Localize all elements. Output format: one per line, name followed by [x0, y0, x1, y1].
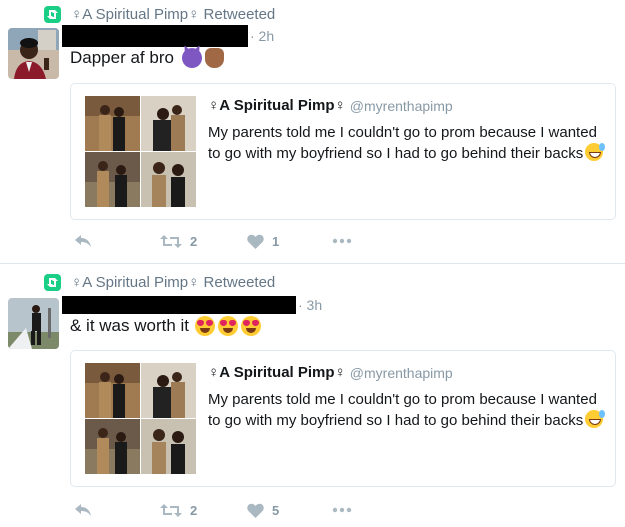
- quoted-tweet-text-content: My parents told me I couldn't go to prom…: [208, 391, 597, 429]
- tweet-text-content: Dapper af bro: [70, 48, 174, 67]
- like-button[interactable]: 5: [247, 503, 279, 518]
- like-count: 5: [272, 502, 280, 518]
- tweet-divider: [0, 263, 625, 264]
- quoted-tweet-text: My parents told me I couldn't go to prom…: [208, 122, 608, 164]
- retweet-count: 2: [190, 502, 198, 518]
- retweet-count: 2: [190, 233, 198, 249]
- quoted-tweet-text-content: My parents told me I couldn't go to prom…: [208, 124, 597, 162]
- avatar[interactable]: [8, 28, 59, 79]
- retweet-icon: [160, 503, 182, 517]
- like-count: 1: [272, 233, 280, 249]
- retweet-context: ♀A Spiritual Pimp♀ Retweeted: [44, 272, 275, 292]
- heart-icon: [247, 234, 264, 249]
- raised-fist-emoji-icon: [204, 48, 224, 68]
- redacted-author-name: [62, 25, 248, 47]
- retweet-label[interactable]: ♀A Spiritual Pimp♀ Retweeted: [71, 274, 275, 291]
- heart-eyes-emoji-icon: [241, 316, 262, 336]
- retweet-icon: [160, 234, 182, 248]
- quoted-photo[interactable]: [85, 419, 140, 474]
- reply-button[interactable]: [74, 503, 92, 517]
- quoted-photo[interactable]: [141, 96, 196, 151]
- heart-eyes-emoji-icon: [218, 316, 239, 336]
- tweet-text-content: & it was worth it: [70, 316, 190, 335]
- reply-button[interactable]: [74, 234, 92, 248]
- avatar[interactable]: [8, 298, 59, 349]
- author-row: · 2h: [62, 24, 274, 48]
- reply-icon: [75, 504, 91, 516]
- quoted-author-name[interactable]: ♀A Spiritual Pimp♀: [208, 97, 346, 114]
- quoted-photo[interactable]: [141, 419, 196, 474]
- reply-icon: [75, 235, 91, 247]
- tweet-timestamp[interactable]: · 2h: [250, 28, 274, 44]
- retweet-context: ♀A Spiritual Pimp♀ Retweeted: [44, 4, 275, 24]
- retweet-button[interactable]: 2: [160, 503, 197, 518]
- quoted-author-row[interactable]: ♀A Spiritual Pimp♀ @myrenthapimp: [208, 97, 453, 114]
- grinning-sweat-emoji-icon: [585, 410, 606, 428]
- like-button[interactable]: 1: [247, 234, 279, 249]
- quoted-author-handle[interactable]: @myrenthapimp: [350, 98, 453, 114]
- tweet-timestamp[interactable]: · 3h: [298, 297, 322, 313]
- tweet[interactable]: ♀A Spiritual Pimp♀ Retweeted · 2h Dapper…: [0, 0, 625, 262]
- retweet-badge-icon: [44, 273, 61, 291]
- tweet-text: & it was worth it: [70, 316, 262, 336]
- tweet[interactable]: ♀A Spiritual Pimp♀ Retweeted · 3h & it w…: [0, 268, 625, 527]
- quoted-photo[interactable]: [85, 363, 140, 418]
- quoted-author-name[interactable]: ♀A Spiritual Pimp♀: [208, 364, 346, 381]
- smiling-devil-emoji-icon: [181, 48, 202, 68]
- more-dots-icon: [332, 238, 352, 244]
- heart-eyes-emoji-icon: [195, 316, 216, 336]
- tweet-text: Dapper af bro: [70, 48, 224, 68]
- quoted-author-handle[interactable]: @myrenthapimp: [350, 365, 453, 381]
- grinning-sweat-emoji-icon: [585, 143, 606, 161]
- retweet-badge-icon: [44, 5, 61, 23]
- quoted-photo-grid[interactable]: [85, 363, 196, 474]
- quoted-photo-grid[interactable]: [85, 96, 196, 207]
- quoted-tweet[interactable]: ♀A Spiritual Pimp♀ @myrenthapimp My pare…: [70, 83, 616, 220]
- heart-icon: [247, 503, 264, 518]
- more-dots-icon: [332, 507, 352, 513]
- more-button[interactable]: [332, 238, 352, 244]
- quoted-photo[interactable]: [85, 152, 140, 207]
- quoted-photo[interactable]: [141, 152, 196, 207]
- more-button[interactable]: [332, 507, 352, 513]
- redacted-author-name: [62, 296, 296, 314]
- quoted-tweet-text: My parents told me I couldn't go to prom…: [208, 389, 608, 431]
- author-row: · 3h: [62, 293, 322, 317]
- quoted-author-row[interactable]: ♀A Spiritual Pimp♀ @myrenthapimp: [208, 364, 453, 381]
- quoted-photo[interactable]: [141, 363, 196, 418]
- retweet-label[interactable]: ♀A Spiritual Pimp♀ Retweeted: [71, 6, 275, 23]
- quoted-tweet[interactable]: ♀A Spiritual Pimp♀ @myrenthapimp My pare…: [70, 350, 616, 487]
- retweet-button[interactable]: 2: [160, 234, 197, 249]
- quoted-photo[interactable]: [85, 96, 140, 151]
